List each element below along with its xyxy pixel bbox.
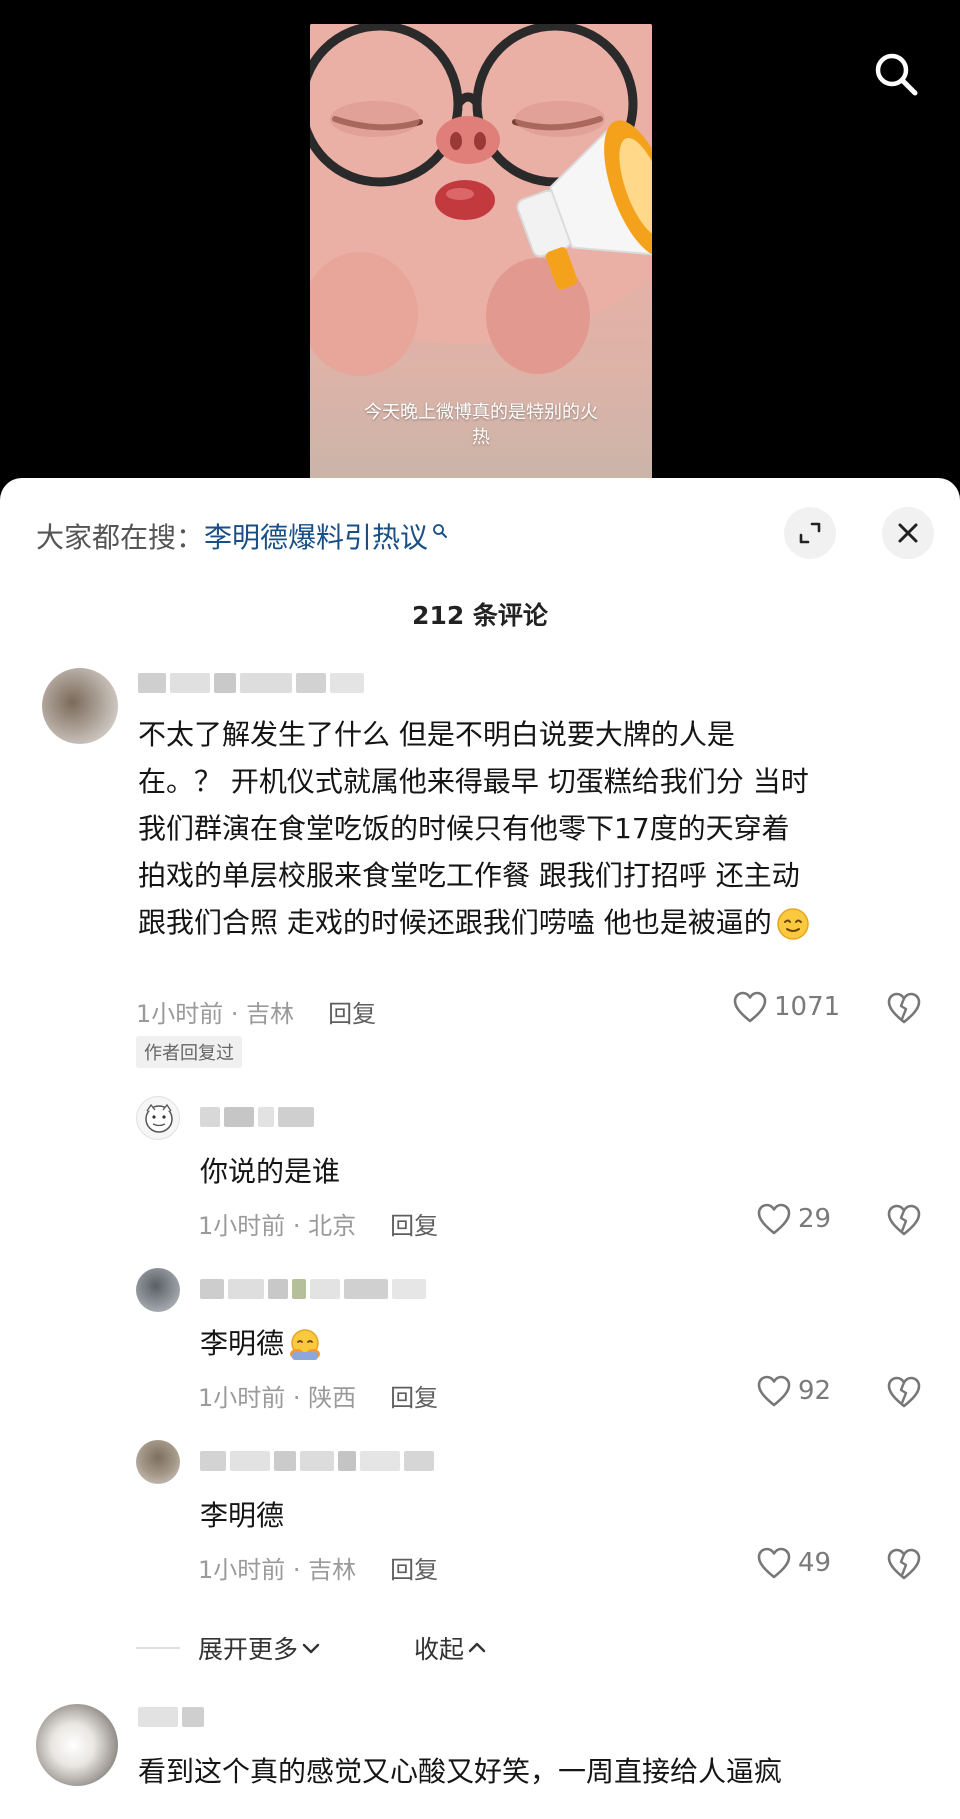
comment-count: 212 条评论 [412, 601, 548, 630]
avatar[interactable] [136, 1440, 180, 1484]
heart-icon [757, 1547, 791, 1579]
avatar[interactable] [136, 1096, 180, 1140]
like-button[interactable]: 1071 [732, 990, 840, 1024]
comment-line: 在。？ 开机仪式就属他来得最早 切蛋糕给我们分 当时 [138, 765, 809, 798]
heart-icon [733, 991, 767, 1023]
trending-search-keyword[interactable]: 李明德爆料引热议 [204, 516, 428, 556]
reply-text: 你说的是谁 [200, 1155, 341, 1188]
comment-sheet: 大家都在搜： 李明德爆料引热议 212 条评论 不太了解发生了什么 但是不明白说… [0, 478, 960, 1819]
video-thumbnail[interactable]: 今天晚上微博真的是特别的火 热 [310, 24, 652, 490]
smile-emoji-icon [777, 908, 809, 940]
reply-button[interactable]: 回复 [390, 1206, 438, 1241]
like-count: 1071 [774, 992, 841, 1022]
close-icon [898, 523, 918, 543]
avatar[interactable] [42, 668, 118, 744]
chevron-down-icon [302, 1643, 320, 1654]
comment-line: 跟我们合照 走戏的时候还跟我们唠嗑 他也是被逼的 [138, 899, 810, 946]
video-caption: 今天晚上微博真的是特别的火 热 [364, 402, 598, 448]
expand-icon [799, 522, 821, 544]
like-button[interactable]: 92 [756, 1374, 831, 1408]
avatar[interactable] [36, 1704, 118, 1786]
comment-time-location: 1小时前 · 吉林 [136, 1000, 295, 1028]
broken-heart-icon [887, 1376, 921, 1408]
like-count: 29 [798, 1204, 832, 1234]
heart-icon [757, 1203, 791, 1235]
search-button[interactable] [868, 46, 924, 102]
reply-meta: 1小时前 · 北京 回复 [198, 1206, 438, 1241]
expand-button[interactable] [784, 507, 836, 559]
trending-search-bar[interactable]: 大家都在搜： 李明德爆料引热议 [36, 516, 448, 556]
username-blurred[interactable] [138, 670, 364, 696]
comment-text: 不太了解发生了什么 但是不明白说要大牌的人是 在。？ 开机仪式就属他来得最早 切… [138, 711, 810, 946]
reply-time-location: 1小时前 · 吉林 [198, 1556, 357, 1584]
author-replied-badge: 作者回复过 [136, 1036, 242, 1068]
like-button[interactable]: 29 [756, 1202, 831, 1236]
username-blurred[interactable] [200, 1276, 426, 1302]
comment-line: 不太了解发生了什么 但是不明白说要大牌的人是 [138, 718, 735, 751]
reply-time-location: 1小时前 · 北京 [198, 1212, 357, 1240]
video-player[interactable]: 今天晚上微博真的是特别的火 热 [0, 0, 960, 490]
divider-line [136, 1647, 180, 1649]
reply-meta: 1小时前 · 陕西 回复 [198, 1378, 438, 1413]
heart-icon [757, 1375, 791, 1407]
broken-heart-icon [887, 1548, 921, 1580]
search-icon [875, 53, 918, 96]
trending-search-prefix: 大家都在搜： [36, 521, 205, 554]
username-blurred[interactable] [200, 1104, 314, 1130]
like-count: 92 [798, 1376, 832, 1406]
avatar[interactable] [136, 1268, 180, 1312]
collapse-button[interactable]: 收起 [414, 1630, 488, 1666]
reply-text: 李明德 [200, 1499, 285, 1532]
dislike-button[interactable] [884, 1200, 924, 1240]
dislike-button[interactable] [884, 1372, 924, 1412]
avatar-image [145, 1103, 173, 1133]
reply-time-location: 1小时前 · 陕西 [198, 1384, 357, 1412]
dislike-button[interactable] [884, 988, 924, 1028]
chevron-up-icon [468, 1642, 486, 1653]
expand-more-button[interactable]: 展开更多 [198, 1630, 322, 1666]
reply-button[interactable]: 回复 [328, 994, 376, 1029]
comment-line: 我们群演在食堂吃饭的时候只有他零下17度的天穿着 [138, 812, 790, 845]
reply-button[interactable]: 回复 [390, 1550, 438, 1585]
comment-text: 看到这个真的感觉又心酸又好笑，一周直接给人逼疯 [138, 1755, 783, 1788]
reply-button[interactable]: 回复 [390, 1378, 438, 1413]
hug-emoji-icon [290, 1329, 321, 1360]
dislike-button[interactable] [884, 1544, 924, 1584]
reply-text: 李明德 [200, 1320, 322, 1367]
search-icon [433, 524, 448, 538]
broken-heart-icon [887, 1204, 921, 1236]
like-button[interactable]: 49 [756, 1546, 831, 1580]
close-button[interactable] [882, 507, 934, 559]
comment-line: 拍戏的单层校服来食堂吃工作餐 跟我们打招呼 还主动 [138, 859, 800, 892]
reply-meta: 1小时前 · 吉林 回复 [198, 1550, 438, 1585]
like-count: 49 [798, 1548, 832, 1578]
username-blurred[interactable] [138, 1704, 204, 1730]
broken-heart-icon [887, 992, 921, 1024]
username-blurred[interactable] [200, 1448, 434, 1474]
comment-meta: 1小时前 · 吉林 回复 [136, 994, 376, 1029]
